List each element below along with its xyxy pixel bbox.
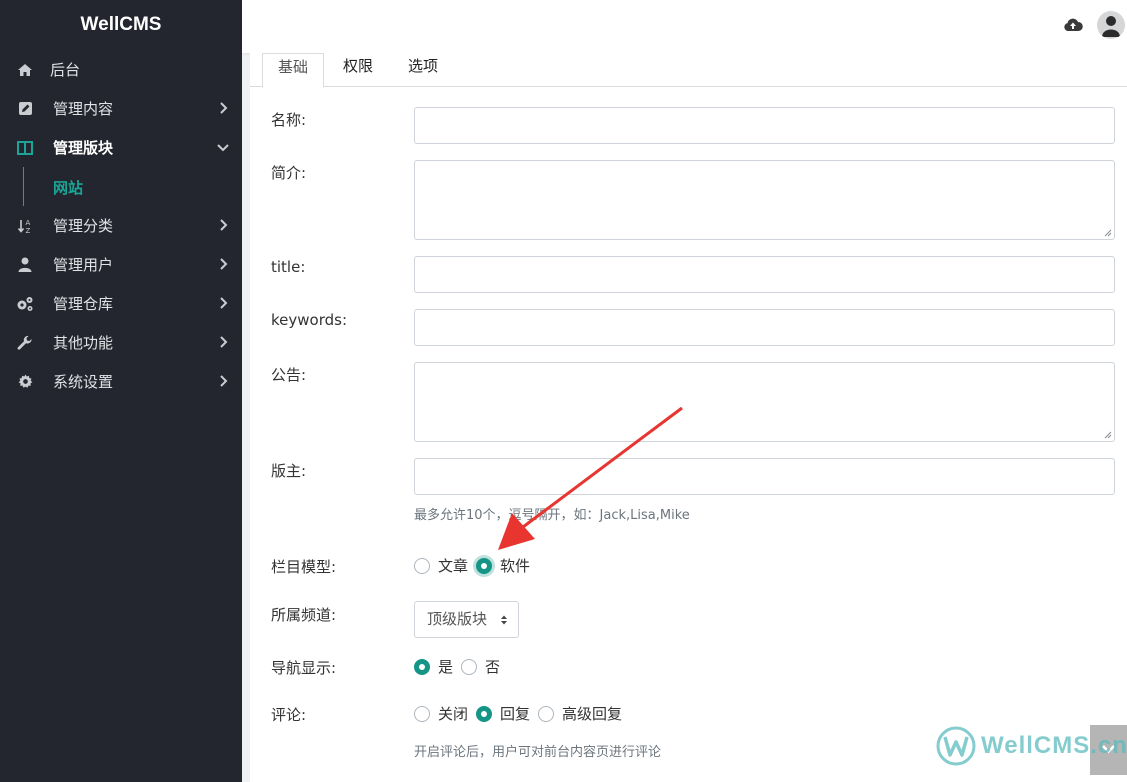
comment-option-reply[interactable]: 回复 — [500, 703, 530, 724]
cogs-icon — [16, 295, 34, 313]
nav-option-yes[interactable]: 是 — [438, 656, 453, 677]
tab-permissions[interactable]: 权限 — [333, 53, 383, 87]
name-label: 名称: — [271, 111, 307, 129]
comment-radio-reply[interactable] — [476, 705, 493, 722]
cloud-upload-icon[interactable] — [1063, 15, 1083, 35]
nav-radio-yes[interactable] — [414, 658, 430, 675]
model-option-article[interactable]: 文章 — [438, 555, 468, 576]
model-radio-software[interactable] — [476, 557, 493, 574]
sidebar-subitem-label[interactable]: 网站 — [53, 177, 83, 198]
notice-textarea[interactable] — [414, 362, 1115, 442]
resize-grip-icon[interactable] — [1104, 431, 1112, 439]
sidebar-item-system-settings[interactable]: 系统设置 — [0, 362, 242, 401]
nav-display-label: 导航显示: — [271, 659, 337, 677]
model-radio-group: 文章 软件 — [414, 555, 538, 576]
columns-icon — [16, 139, 34, 157]
edit-icon — [16, 100, 34, 118]
moderator-label: 版主: — [271, 462, 307, 480]
chevron-right-icon — [220, 375, 228, 387]
top-bar — [242, 0, 1127, 53]
name-input[interactable] — [414, 107, 1115, 144]
sidebar: WellCMS 后台 管理内容 管理版块 网站 AZ 管理分类 管理用户 管理仓… — [0, 0, 242, 782]
user-avatar[interactable] — [1097, 11, 1125, 39]
chevron-right-icon — [220, 297, 228, 309]
channel-select[interactable]: 顶级版块 — [414, 601, 519, 638]
chevron-right-icon — [220, 219, 228, 231]
sidebar-subitem-website[interactable]: 网站 — [0, 167, 242, 206]
tab-basic[interactable]: 基础 — [262, 53, 324, 88]
model-radio-article[interactable] — [414, 557, 430, 574]
comment-help-text: 开启评论后，用户可对前台内容页进行评论 — [414, 745, 662, 760]
notice-label: 公告: — [271, 366, 307, 384]
gear-icon — [16, 373, 34, 391]
title-input[interactable] — [414, 256, 1115, 293]
intro-textarea[interactable] — [414, 160, 1115, 240]
model-option-software[interactable]: 软件 — [500, 555, 530, 576]
sidebar-item-warehouse[interactable]: 管理仓库 — [0, 284, 242, 323]
svg-text:A: A — [26, 219, 31, 227]
form-tabs: 基础 权限 选项 — [250, 53, 1127, 88]
submenu-indicator — [23, 167, 24, 206]
comment-radio-advanced[interactable] — [538, 705, 555, 722]
comment-label: 评论: — [271, 706, 307, 724]
sidebar-item-categories[interactable]: AZ 管理分类 — [0, 206, 242, 245]
resize-grip-icon[interactable] — [1104, 229, 1112, 237]
nav-radio-no[interactable] — [461, 658, 478, 675]
chevron-right-icon — [220, 102, 228, 114]
sidebar-item-label: 系统设置 — [53, 373, 114, 391]
sidebar-item-label: 管理用户 — [53, 256, 114, 274]
intro-label: 简介: — [271, 164, 307, 182]
comment-radio-off[interactable] — [414, 705, 430, 722]
comment-option-off[interactable]: 关闭 — [438, 703, 468, 724]
avatar-icon — [1102, 16, 1120, 37]
moderator-input[interactable] — [414, 458, 1115, 495]
main-panel: 基础 权限 选项 名称: 简介: title: keywords: 公告: 版主… — [250, 53, 1127, 782]
wrench-icon — [16, 334, 34, 352]
nav-option-no[interactable]: 否 — [485, 656, 500, 677]
watermark-logo-icon — [936, 726, 976, 766]
svg-text:Z: Z — [26, 227, 31, 234]
keywords-label: keywords: — [271, 311, 347, 329]
sidebar-item-content[interactable]: 管理内容 — [0, 89, 242, 128]
nav-radio-group: 是 否 — [414, 656, 508, 677]
sidebar-item-label: 管理版块 — [53, 139, 114, 157]
sidebar-item-label: 管理内容 — [53, 100, 114, 118]
watermark-text: WellCMS.cn — [981, 732, 1127, 759]
brand-logo[interactable]: WellCMS — [0, 0, 242, 50]
tab-options[interactable]: 选项 — [398, 53, 448, 87]
select-caret-icon — [501, 615, 507, 625]
home-icon — [16, 61, 34, 79]
sidebar-item-other-functions[interactable]: 其他功能 — [0, 323, 242, 362]
sidebar-item-label: 管理仓库 — [53, 295, 114, 313]
moderator-help-text: 最多允许10个，逗号隔开，如：Jack,Lisa,Mike — [414, 508, 690, 523]
chevron-right-icon — [220, 258, 228, 270]
sidebar-item-label: 后台 — [50, 61, 81, 79]
sidebar-item-label: 管理分类 — [53, 217, 114, 235]
comment-radio-group: 关闭 回复 高级回复 — [414, 703, 630, 724]
sidebar-item-forums[interactable]: 管理版块 — [0, 128, 242, 167]
chevron-right-icon — [220, 336, 228, 348]
comment-option-advanced[interactable]: 高级回复 — [562, 703, 622, 724]
channel-label: 所属频道: — [271, 606, 337, 624]
sort-icon: AZ — [16, 217, 34, 235]
keywords-input[interactable] — [414, 309, 1115, 346]
watermark: WellCMS.cn — [935, 724, 1127, 768]
sidebar-item-label: 其他功能 — [53, 334, 114, 352]
channel-select-value: 顶级版块 — [427, 610, 488, 628]
sidebar-item-dashboard[interactable]: 后台 — [0, 50, 242, 89]
user-icon — [16, 256, 34, 274]
sidebar-item-users[interactable]: 管理用户 — [0, 245, 242, 284]
chevron-down-icon — [217, 144, 229, 152]
title-label: title: — [271, 258, 306, 276]
model-label: 栏目模型: — [271, 558, 337, 576]
